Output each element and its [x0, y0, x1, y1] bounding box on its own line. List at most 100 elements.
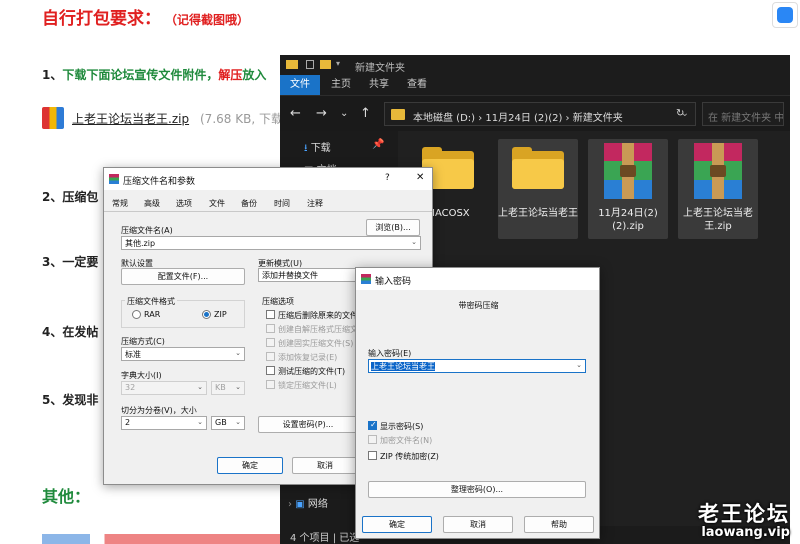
chevron-down-icon[interactable]: ⌄ [576, 361, 582, 369]
show-password-checkbox[interactable] [368, 420, 377, 430]
option-label: 创建自解压格式压缩文件 [278, 325, 366, 334]
dialog-title: 输入密码 [375, 277, 412, 287]
back-arrow-icon[interactable]: ← [290, 106, 301, 121]
sidebar-item-downloads[interactable]: ⭳ 下载 📌 [304, 139, 384, 158]
tab-backup[interactable]: 备份 [241, 198, 257, 209]
sidebar-item-network[interactable]: › ▣ 网络 [288, 495, 328, 510]
explorer-ribbon: 文件 主页 共享 查看 [280, 75, 790, 95]
new-folder-icon[interactable] [320, 60, 331, 69]
option-label: 测试压缩的文件(T) [278, 367, 346, 376]
split-unit-select[interactable]: GB ⌄ [211, 416, 245, 430]
option-label: 锁定压缩文件(L) [278, 381, 337, 390]
format-zip-radio[interactable] [202, 310, 211, 319]
browse-button[interactable]: 浏览(B)... [366, 219, 420, 236]
file-name: 11月24日(2)(2).zip [598, 208, 658, 232]
option-checkbox [266, 338, 275, 347]
ok-button[interactable]: 确定 [217, 457, 283, 474]
dialog-titlebar: 压缩文件名和参数 ? ✕ [104, 168, 432, 190]
split-volumes-label: 切分为分卷(V)，大小 [121, 406, 197, 415]
format-zip-label: ZIP [214, 310, 227, 319]
recent-dropdown-icon[interactable]: ⌄ [340, 108, 348, 119]
file-item[interactable]: 11月24日(2)(2).zip [588, 139, 668, 239]
file-item[interactable]: 上老王论坛当老王.zip [678, 139, 758, 239]
help-icon[interactable]: ? [385, 173, 390, 183]
profiles-button[interactable]: 配置文件(F)... [121, 268, 245, 285]
method-label: 压缩方式(C) [121, 337, 165, 346]
zip-legacy-checkbox[interactable] [368, 451, 377, 460]
ribbon-tab-share[interactable]: 共享 [362, 75, 396, 95]
folder-icon [391, 109, 405, 120]
tab-advanced[interactable]: 高级 [144, 198, 160, 209]
chevron-down-icon[interactable]: ⌄ [411, 238, 417, 246]
forward-arrow-icon[interactable]: → [316, 106, 327, 121]
ribbon-tab-file[interactable]: 文件 [280, 75, 320, 95]
explorer-titlebar: ▾ 新建文件夹 [280, 55, 790, 75]
archive-format-label: 压缩文件格式 [125, 296, 177, 307]
qat-dropdown-icon[interactable]: ▾ [336, 59, 340, 68]
method-select[interactable]: 标准 ⌄ [121, 347, 245, 361]
chevron-down-icon: ⌄ [197, 383, 203, 391]
cancel-button[interactable]: 取消 [292, 457, 358, 474]
tab-time[interactable]: 时间 [274, 198, 290, 209]
forum-step-2: 2、压缩包 [42, 190, 99, 204]
encrypt-names-label: 加密文件名(N) [380, 436, 433, 445]
organize-passwords-button[interactable]: 整理密码(O)... [368, 481, 586, 498]
format-rar-label: RAR [144, 310, 161, 319]
archive-name-field[interactable]: 其他.zip ⌄ [121, 236, 421, 250]
help-button[interactable]: 帮助 [524, 516, 594, 533]
winrar-icon [109, 174, 119, 184]
ribbon-tab-home[interactable]: 主页 [324, 75, 358, 95]
dialog-tabs: 常规 高级 选项 文件 备份 时间 注释 [104, 196, 432, 212]
option-checkbox[interactable] [266, 366, 275, 375]
show-password-label: 显示密码(S) [380, 422, 424, 431]
set-password-button[interactable]: 设置密码(P)... [258, 416, 358, 433]
tab-comment[interactable]: 注释 [307, 198, 323, 209]
network-icon: ▣ [295, 499, 305, 510]
up-arrow-icon[interactable]: ↑ [360, 106, 371, 121]
dialog-title: 压缩文件名和参数 [123, 177, 196, 187]
forum-cutoff-line [42, 534, 282, 544]
cancel-button[interactable]: 取消 [443, 516, 513, 533]
encrypt-names-checkbox [368, 435, 377, 444]
tab-options[interactable]: 选项 [176, 198, 192, 209]
update-mode-select[interactable]: 添加并替换文件 [258, 268, 358, 282]
folder-icon [512, 147, 564, 189]
share-button[interactable] [772, 2, 798, 28]
format-rar-radio[interactable] [132, 310, 141, 319]
password-input[interactable]: 上老王论坛当老王 ⌄ [368, 359, 586, 373]
file-item[interactable]: 上老王论坛当老王 [498, 139, 578, 239]
tab-general[interactable]: 常规 [112, 198, 128, 209]
winrar-icon [361, 274, 371, 284]
option-checkbox[interactable] [266, 310, 275, 319]
attachment-meta: (7.68 KB, 下载 [200, 112, 283, 126]
refresh-icon[interactable]: ↻ [676, 108, 684, 119]
chevron-down-icon[interactable]: ⌄ [197, 418, 203, 426]
folder-icon [286, 60, 298, 69]
forum-step-4: 4、在发帖 [42, 325, 99, 339]
attachment-link[interactable]: 上老王论坛当老王.zip [72, 110, 189, 127]
address-path: 本地磁盘 (D:) › 11月24日 (2)(2) › 新建文件夹 [413, 113, 623, 124]
option-checkbox [266, 380, 275, 389]
enter-password-label: 输入密码(E) [368, 349, 412, 358]
dialog-titlebar: 输入密码 [356, 268, 599, 290]
chevron-down-icon[interactable]: ⌄ [235, 349, 241, 357]
forum-other-heading: 其他： [42, 487, 91, 506]
properties-icon[interactable] [306, 60, 314, 69]
search-input[interactable]: 在 新建文件夹 中搜索 [702, 102, 784, 126]
pin-icon: 📌 [372, 139, 385, 150]
ribbon-tab-view[interactable]: 查看 [400, 75, 434, 95]
split-size-input[interactable]: 2 ⌄ [121, 416, 207, 430]
explorer-navbar: ← → ⌄ ↑ 本地磁盘 (D:) › 11月24日 (2)(2) › 新建文件… [280, 95, 790, 131]
close-icon[interactable]: ✕ [416, 172, 424, 183]
address-bar[interactable]: 本地磁盘 (D:) › 11月24日 (2)(2) › 新建文件夹 ⌄ [384, 102, 696, 126]
archive-options-label: 压缩选项 [262, 297, 294, 306]
winrar-archive-icon [604, 143, 652, 199]
forum-title: 自行打包要求： （记得截图哦） [42, 9, 250, 29]
forum-step-3: 3、一定要 [42, 255, 99, 269]
option-label: 创建固实压缩文件(S) [278, 339, 354, 348]
tab-files[interactable]: 文件 [209, 198, 225, 209]
chevron-down-icon[interactable]: ⌄ [235, 418, 241, 426]
watermark-logo: 老王论坛 [698, 502, 790, 526]
option-checkbox [266, 324, 275, 333]
ok-button[interactable]: 确定 [362, 516, 432, 533]
